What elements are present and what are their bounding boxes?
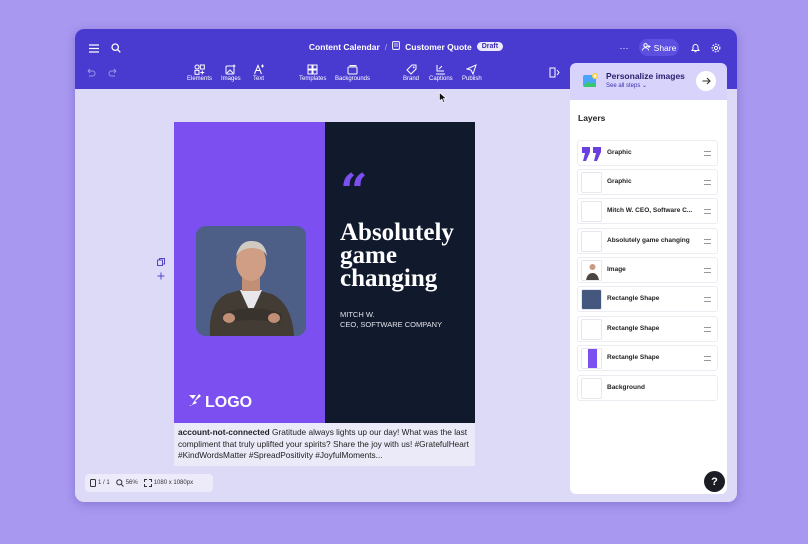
layer-thumbnail [581, 378, 602, 399]
drag-handle-icon[interactable] [704, 180, 711, 185]
breadcrumb-document[interactable]: Customer Quote [405, 42, 472, 52]
toolbar-templates[interactable]: Templates [299, 64, 326, 82]
breadcrumb: Content Calendar / Customer Quote Draft [75, 41, 737, 52]
editor-window: Content Calendar / Customer Quote Draft … [75, 29, 737, 502]
layer-item[interactable]: Mitch W. CEO, Software C... [577, 198, 718, 224]
personalize-images-banner[interactable]: Personalize images See all steps ⌄ [570, 63, 727, 100]
layers-panel: Layers Graphic Graphic Mitch W. CEO, Sof… [570, 100, 727, 494]
drag-handle-icon[interactable] [704, 239, 711, 244]
duplicate-icon[interactable] [157, 258, 165, 268]
add-page-icon[interactable] [157, 272, 165, 282]
post-caption[interactable]: account-not-connected Gratitude always l… [174, 423, 475, 466]
toolbar-elements[interactable]: Elements [187, 64, 212, 82]
canvas-side-actions [157, 258, 165, 282]
layer-item[interactable]: Graphic [577, 169, 718, 195]
arrow-right-icon[interactable] [696, 71, 716, 91]
publish-icon [466, 64, 478, 75]
more-options-icon[interactable]: ··· [615, 39, 633, 57]
panel-toggle-icon[interactable] [549, 67, 560, 78]
drag-handle-icon[interactable] [704, 268, 711, 273]
quote-mark-graphic[interactable]: “ [340, 168, 368, 216]
settings-icon[interactable] [707, 39, 725, 57]
author-title: CEO, SOFTWARE COMPANY [340, 320, 443, 329]
layer-thumbnail [581, 289, 602, 310]
text-icon [254, 64, 264, 75]
author-name: MITCH W. [340, 310, 375, 319]
layers-title: Layers [578, 113, 606, 123]
backgrounds-icon [347, 65, 358, 75]
document-icon [392, 41, 401, 52]
drag-handle-icon[interactable] [704, 327, 711, 332]
share-button[interactable]: Share [639, 39, 679, 56]
toolbar-captions[interactable]: Captions [429, 64, 453, 82]
drag-handle-icon[interactable] [704, 209, 711, 214]
design-canvas[interactable]: “ Absolutely game changing MITCH W. CEO,… [174, 122, 475, 423]
layer-thumbnail [581, 348, 602, 369]
quote-graphic-icon [581, 143, 602, 164]
elements-icon [194, 64, 205, 75]
drag-handle-icon[interactable] [704, 356, 711, 361]
drag-handle-icon[interactable] [704, 151, 711, 156]
templates-icon [307, 64, 318, 75]
captions-icon [436, 65, 446, 75]
page-indicator[interactable]: 1 / 1 [90, 479, 110, 487]
layer-item[interactable]: Image [577, 257, 718, 283]
zoom-icon [115, 479, 124, 487]
toolbar-publish[interactable]: Publish [462, 64, 482, 82]
caption-account: account-not-connected [178, 427, 270, 437]
author-text[interactable]: MITCH W. CEO, SOFTWARE COMPANY [340, 310, 442, 330]
layer-thumbnail [581, 172, 602, 193]
layer-thumbnail [581, 201, 602, 222]
person-thumbnail [581, 260, 602, 281]
page-icon [90, 479, 96, 487]
see-all-steps-link[interactable]: See all steps ⌄ [606, 82, 647, 89]
status-badge: Draft [476, 42, 504, 51]
headline-text[interactable]: Absolutely game changing [340, 220, 472, 291]
help-button[interactable]: ? [704, 471, 725, 492]
layer-item[interactable]: Absolutely game changing [577, 228, 718, 254]
layer-item[interactable]: Rectangle Shape [577, 345, 718, 371]
layer-item[interactable]: Rectangle Shape [577, 316, 718, 342]
layer-item[interactable]: Rectangle Shape [577, 286, 718, 312]
bell-icon[interactable] [686, 39, 704, 57]
images-icon [225, 64, 236, 75]
brand-icon [405, 64, 416, 75]
toolbar-text[interactable]: Text [253, 64, 264, 82]
breadcrumb-separator: / [384, 41, 388, 52]
add-user-icon [641, 42, 651, 53]
share-label: Share [653, 42, 677, 53]
breadcrumb-project[interactable]: Content Calendar [309, 42, 380, 52]
personalize-image-icon [582, 72, 599, 89]
layer-item[interactable]: Background [577, 375, 718, 401]
mouse-cursor-icon [439, 90, 447, 108]
promo-title: Personalize images [606, 71, 685, 81]
layer-thumbnail [581, 231, 602, 252]
toolbar-backgrounds[interactable]: Backgrounds [335, 64, 370, 82]
toolbar-images[interactable]: Images [221, 64, 241, 82]
toolbar-brand[interactable]: Brand [403, 64, 419, 82]
layer-thumbnail [581, 319, 602, 340]
zoom-level[interactable]: 56% [115, 479, 138, 487]
status-bar: 1 / 1 56% 1080 x 1080px [85, 474, 213, 492]
person-photo[interactable] [196, 226, 306, 336]
redo-icon[interactable] [108, 67, 119, 78]
canvas-size[interactable]: 1080 x 1080px [143, 479, 193, 487]
logo-text: LOGO [205, 393, 253, 411]
logo[interactable]: LOGO [187, 393, 252, 412]
layer-item[interactable]: Graphic [577, 140, 718, 166]
undo-icon[interactable] [85, 67, 96, 78]
logo-mark-icon [187, 393, 202, 412]
resize-icon [143, 479, 152, 487]
drag-handle-icon[interactable] [704, 297, 711, 302]
